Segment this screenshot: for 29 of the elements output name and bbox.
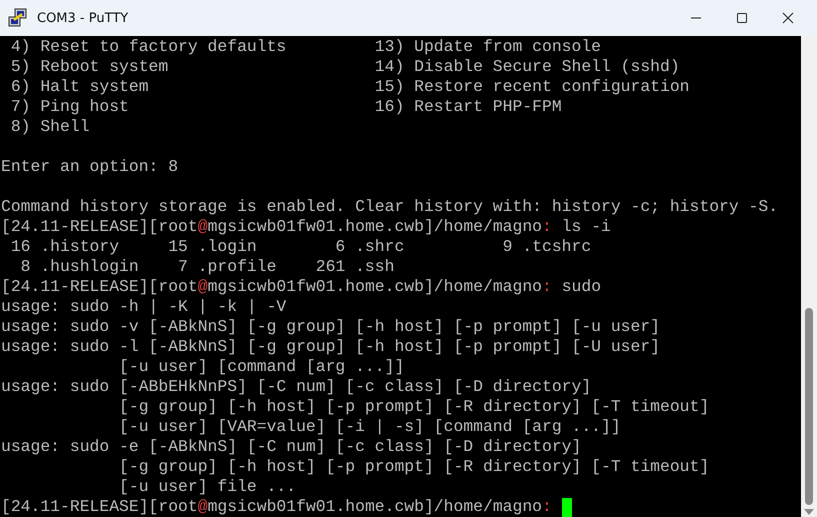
terminal-line: [24.11-RELEASE][root@mgsicwb01fw01.home.cwb]/home/magno: sudo xyxy=(1,277,602,297)
terminal-line: [-g group] [-h host] [-p prompt] [-R directory] [-T timeout] xyxy=(118,397,710,417)
terminal-line: 4) Reset to factory defaults 13) Update from console xyxy=(10,37,601,57)
scroll-down-icon[interactable] xyxy=(804,509,814,516)
terminal-line: 16 .history 15 .login 6 .shrc 9 .tcshrc xyxy=(10,237,592,257)
scrollbar[interactable] xyxy=(801,36,817,517)
terminal-line: usage: sudo [-ABbEHkNnPS] [-C num] [-c class] [-D directory] xyxy=(1,377,592,397)
close-icon xyxy=(782,12,794,24)
terminal-line: 5) Reboot system 14) Disable Secure Shell (sshd) xyxy=(10,57,680,77)
scrollbar-thumb[interactable] xyxy=(805,308,813,505)
terminal-line: [24.11-RELEASE][root@mgsicwb01fw01.home.cwb]/home/magno: ls -i xyxy=(1,217,611,237)
terminal-line: usage: sudo -v [-ABkNnS] [-g group] [-h host] [-p prompt] [-u user] xyxy=(1,317,660,337)
terminal-line: 6) Halt system 15) Restore recent configuration xyxy=(10,77,690,97)
terminal-line: [-u user] [command [arg ...]] xyxy=(118,357,404,377)
terminal-line: 7) Ping host 16) Restart PHP-FPM xyxy=(10,97,562,117)
computer-icon xyxy=(8,8,28,28)
terminal-line: 8) Shell xyxy=(10,117,90,137)
terminal-line: Enter an option: 8 xyxy=(1,157,178,177)
terminal-line: 8 .hushlogin 7 .profile 261 .ssh xyxy=(20,257,394,277)
terminal-line: [-u user] [VAR=value] [-i | -s] [command [arg ...]] xyxy=(118,417,621,437)
terminal-line: usage: sudo -l [-ABkNnS] [-g group] [-h host] [-p prompt] [-U user] xyxy=(1,337,660,357)
terminal-line: [-g group] [-h host] [-p prompt] [-R directory] [-T timeout] xyxy=(118,457,710,477)
terminal-line: usage: sudo -h | -K | -k | -V xyxy=(1,297,286,317)
terminal-line: [-u user] file ... xyxy=(118,477,296,497)
terminal-line: Command history storage is enabled. Clear history with: history -c; history -S. xyxy=(1,197,778,217)
terminal-line: usage: sudo -e [-ABkNnS] [-C num] [-c class] [-D directory] xyxy=(1,437,582,457)
maximize-icon xyxy=(736,12,748,24)
window-title: COM3 - PuTTY xyxy=(37,10,128,26)
terminal-line: [24.11-RELEASE][root@mgsicwb01fw01.home.cwb]/home/magno: xyxy=(1,497,553,517)
